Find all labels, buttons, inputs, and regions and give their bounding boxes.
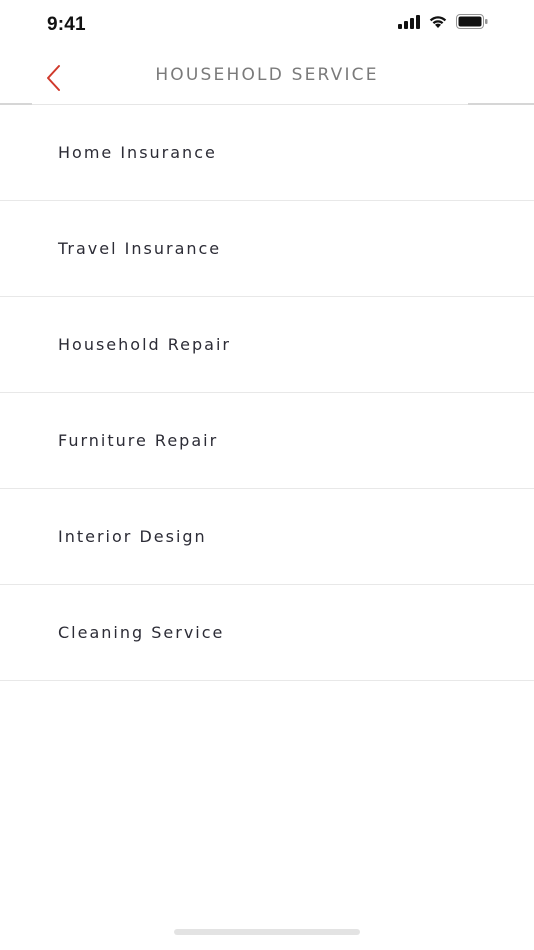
list-item-travel-insurance[interactable]: Travel Insurance (0, 201, 534, 297)
list-item-household-repair[interactable]: Household Repair (0, 297, 534, 393)
cellular-signal-icon (398, 14, 420, 34)
status-time: 9:41 (47, 14, 86, 35)
list-item-furniture-repair[interactable]: Furniture Repair (0, 393, 534, 489)
list-item-label: Travel Insurance (58, 239, 222, 258)
service-list: Home Insurance Travel Insurance Househol… (0, 105, 534, 681)
home-indicator[interactable] (174, 929, 360, 935)
wifi-icon (428, 14, 448, 34)
list-item-label: Interior Design (58, 527, 207, 546)
list-item-label: Cleaning Service (58, 623, 225, 642)
list-item-cleaning-service[interactable]: Cleaning Service (0, 585, 534, 681)
battery-icon (456, 14, 488, 34)
page-title: HOUSEHOLD SERVICE (155, 65, 379, 85)
list-item-label: Furniture Repair (58, 431, 219, 450)
list-item-home-insurance[interactable]: Home Insurance (0, 105, 534, 201)
list-item-label: Household Repair (58, 335, 231, 354)
list-item-label: Home Insurance (58, 143, 217, 162)
list-item-interior-design[interactable]: Interior Design (0, 489, 534, 585)
status-icons (398, 14, 488, 34)
navigation-bar: HOUSEHOLD SERVICE (0, 50, 534, 106)
status-bar: 9:41 (0, 0, 534, 50)
